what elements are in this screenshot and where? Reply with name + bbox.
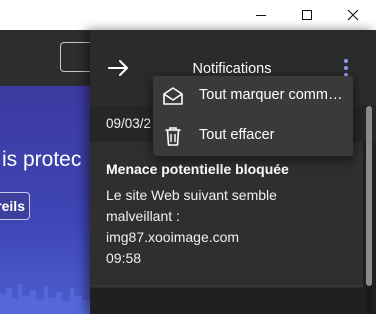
minimize-icon [256,15,266,16]
city-skyline-illustration [0,284,100,314]
menu-item-label: Tout marquer comme lu [199,87,347,103]
notification-time: 09:58 [106,250,142,266]
panel-dropdown-menu: Tout marquer comme lu Tout effacer [153,76,353,156]
close-icon [347,9,359,21]
maximize-button[interactable] [284,0,330,30]
trash-icon [165,127,181,146]
notifications-panel: Notifications 09/03/2 Menace potentielle… [90,30,376,314]
envelope-open-icon [163,87,183,105]
notification-title: Menace potentielle bloquée [106,161,289,177]
close-button[interactable] [330,0,376,30]
menu-item-mark-all-read[interactable]: Tout marquer comme lu [153,76,353,116]
background-protection-text: is protec [2,148,82,171]
minimize-button[interactable] [238,0,284,30]
divider [90,285,363,286]
notification-card[interactable]: Menace potentielle bloquée Le site Web s… [90,142,363,288]
maximize-icon [302,10,312,20]
scrollbar-thumb[interactable] [366,106,372,286]
menu-item-label: Tout effacer [199,127,275,143]
notification-body-line: img87.xooimage.com [106,229,240,245]
date-label: 09/03/2 [106,116,152,131]
notification-body-line: malveillant : [106,208,180,224]
background-button[interactable]: reils [0,192,30,220]
window-titlebar [0,0,376,30]
notification-body: Le site Web suivant semble malveillant :… [106,185,277,248]
background-content: is protec reils [0,86,100,314]
background-button-label: reils [0,198,25,214]
scrollbar[interactable] [366,106,372,314]
menu-item-clear-all[interactable]: Tout effacer [153,116,353,156]
notification-body-line: Le site Web suivant semble [106,187,277,203]
panel-title: Notifications [192,61,272,77]
